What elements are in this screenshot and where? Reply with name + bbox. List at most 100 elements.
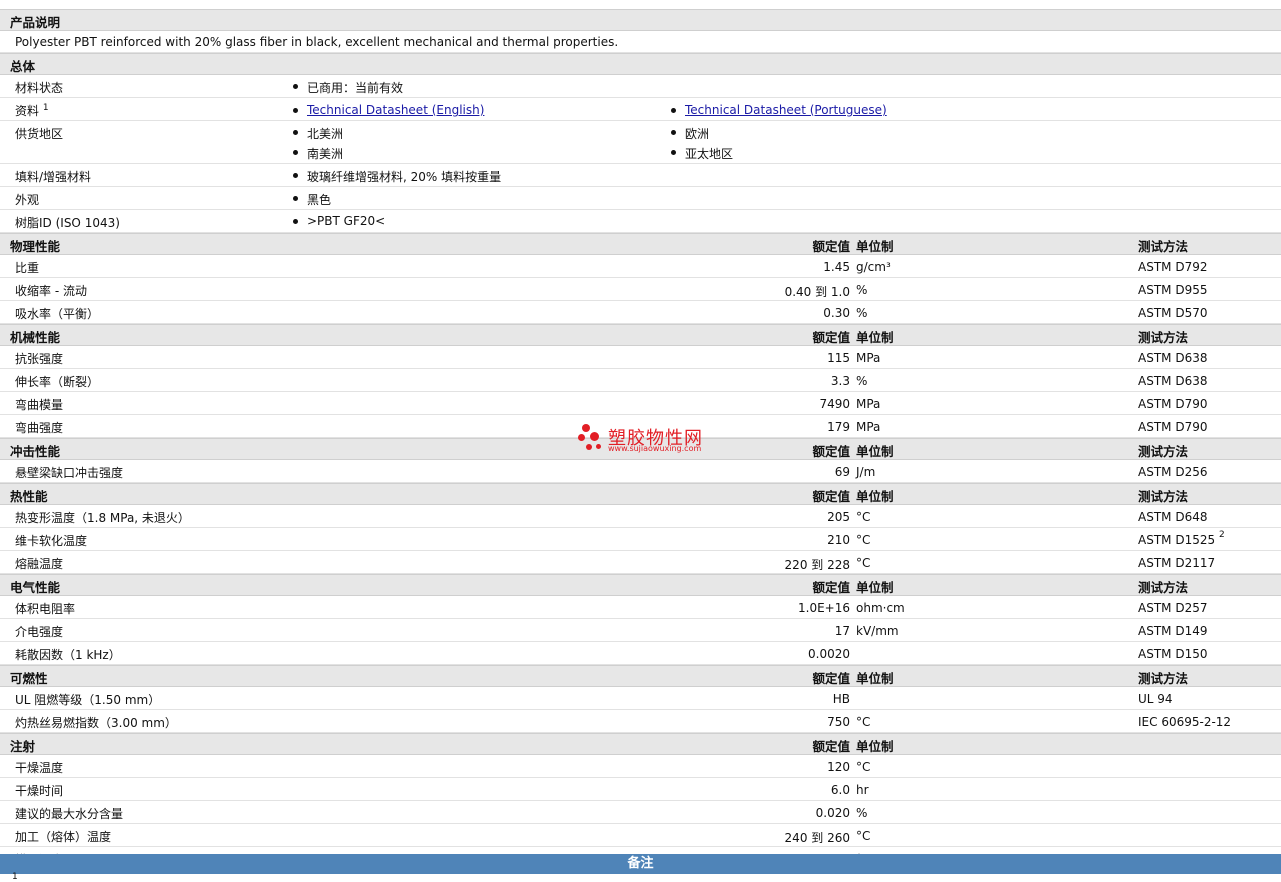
header-unit: 单位制 <box>856 580 894 595</box>
logo-dot-icon <box>596 444 601 449</box>
availability-label: 供货地区 <box>15 127 64 141</box>
property-label: 介电强度 <box>15 625 64 639</box>
appearance-row: 外观 黑色 <box>0 187 1281 210</box>
material-status-label: 材料状态 <box>15 81 64 95</box>
datasheet-english-link[interactable]: Technical Datasheet (English) <box>307 103 484 117</box>
header-test-method: 测试方法 <box>1138 239 1189 254</box>
property-row: 抗张强度 115 MPa ASTM D638 <box>0 346 1281 369</box>
logo-dot-icon <box>582 424 590 432</box>
property-test-method: ASTM D638 <box>1138 351 1208 365</box>
property-unit: % <box>856 306 868 320</box>
section-injection: 注射 额定值 单位制 <box>0 733 1281 755</box>
header-test-method: 测试方法 <box>1138 330 1189 345</box>
property-value: 1.45 <box>823 260 850 274</box>
property-label: 干燥温度 <box>15 761 64 775</box>
logo-dot-icon <box>586 444 592 450</box>
property-unit: hr <box>856 783 869 797</box>
watermark-url: www.sujiaowuxing.com <box>608 444 702 453</box>
section-electrical: 电气性能 额定值 单位制 测试方法 <box>0 574 1281 596</box>
doc-english-item: Technical Datasheet (English) <box>291 103 484 117</box>
resin-id-row: 树脂ID (ISO 1043) >PBT GF20< <box>0 210 1281 233</box>
property-test-method: ASTM D149 <box>1138 624 1208 638</box>
property-row: 维卡软化温度 210 °C ASTM D1525 2 <box>0 528 1281 551</box>
appearance-label: 外观 <box>15 193 40 207</box>
property-value: HB <box>832 692 850 706</box>
section-title: 电气性能 <box>10 580 61 595</box>
property-label: 抗张强度 <box>15 352 64 366</box>
property-label: 比重 <box>15 261 40 275</box>
property-value: 179 <box>827 420 850 434</box>
property-value: 220 到 228 <box>784 558 850 572</box>
region-europe: 欧洲 <box>669 125 709 142</box>
property-row: UL 阻燃等级（1.50 mm） HB UL 94 <box>0 687 1281 710</box>
property-value: 240 到 260 <box>784 831 850 845</box>
property-label: 干燥时间 <box>15 784 64 798</box>
property-unit: MPa <box>856 397 881 411</box>
property-value: 750 <box>827 715 850 729</box>
property-label: 加工（熔体）温度 <box>15 830 112 844</box>
property-row: 介电强度 17 kV/mm ASTM D149 <box>0 619 1281 642</box>
filler-value: 玻璃纤维增强材料, 20% 填料按重量 <box>291 168 501 185</box>
property-test-method: ASTM D150 <box>1138 647 1208 661</box>
property-unit: ohm·cm <box>856 601 905 615</box>
property-row: 耗散因数（1 kHz） 0.0020 ASTM D150 <box>0 642 1281 665</box>
property-test-method: ASTM D570 <box>1138 306 1208 320</box>
property-unit: J/m <box>856 465 876 479</box>
property-value: 6.0 <box>830 783 850 797</box>
property-test-method: ASTM D2117 <box>1138 556 1216 570</box>
property-unit: % <box>856 806 868 820</box>
section-physical: 物理性能 额定值 单位制 测试方法 <box>0 233 1281 255</box>
property-unit: % <box>856 283 868 297</box>
property-row: 加工（熔体）温度 240 到 260 °C <box>0 824 1281 847</box>
property-row: 弯曲模量 7490 MPa ASTM D790 <box>0 392 1281 415</box>
property-row: 体积电阻率 1.0E+16 ohm·cm ASTM D257 <box>0 596 1281 619</box>
header-value: 额定值 <box>812 330 850 345</box>
property-unit: °C <box>856 715 871 729</box>
property-test-method: ASTM D257 <box>1138 601 1208 615</box>
property-label: 伸长率（断裂） <box>15 375 100 389</box>
property-value: 0.020 <box>815 806 850 820</box>
property-row: 热变形温度（1.8 MPa, 未退火） 205 °C ASTM D648 <box>0 505 1281 528</box>
property-test-method: ASTM D790 <box>1138 397 1208 411</box>
property-unit: °C <box>856 533 871 547</box>
doc-portuguese-item: Technical Datasheet (Portuguese) <box>669 103 887 117</box>
watermark-logo: 塑胶物性网 www.sujiaowuxing.com <box>578 422 718 458</box>
property-value: 7490 <box>819 397 850 411</box>
property-unit: °C <box>856 556 871 570</box>
header-value: 额定值 <box>812 580 850 595</box>
property-test-method: ASTM D648 <box>1138 510 1208 524</box>
property-test-method: ASTM D792 <box>1138 260 1208 274</box>
header-value: 额定值 <box>812 739 850 754</box>
product-description: Polyester PBT reinforced with 20% glass … <box>15 35 619 49</box>
section-title: 机械性能 <box>10 330 61 345</box>
section-flammability: 可燃性 额定值 单位制 测试方法 <box>0 665 1281 687</box>
footnote-ref: 2 <box>1218 530 1225 540</box>
property-test-method: ASTM D790 <box>1138 420 1208 434</box>
property-row: 悬壁梁缺口冲击强度 69 J/m ASTM D256 <box>0 460 1281 483</box>
header-test-method: 测试方法 <box>1138 444 1189 459</box>
property-row: 收缩率 - 流动 0.40 到 1.0% ASTM D955 <box>0 278 1281 301</box>
documents-label: 资料 1 <box>15 103 49 118</box>
header-test-method: 测试方法 <box>1138 671 1189 686</box>
property-unit: MPa <box>856 351 881 365</box>
property-value: 3.3 <box>830 374 850 388</box>
header-value: 额定值 <box>812 489 850 504</box>
datasheet-portuguese-link[interactable]: Technical Datasheet (Portuguese) <box>685 103 887 117</box>
property-label: 热变形温度（1.8 MPa, 未退火） <box>15 511 190 525</box>
resin-id-value: >PBT GF20< <box>291 214 385 228</box>
header-value: 额定值 <box>812 671 850 686</box>
section-title: 物理性能 <box>10 239 61 254</box>
property-row: 建议的最大水分含量 0.020% <box>0 801 1281 824</box>
property-test-method: ASTM D1525 2 <box>1138 530 1225 547</box>
property-row: 干燥温度 120 °C <box>0 755 1281 778</box>
header-unit: 单位制 <box>856 239 894 254</box>
header-test-method: 测试方法 <box>1138 580 1189 595</box>
appearance-value: 黑色 <box>291 191 331 208</box>
property-unit: °C <box>856 510 871 524</box>
section-title: 总体 <box>10 59 36 74</box>
section-title: 注射 <box>10 739 36 754</box>
material-status-row: 材料状态 已商用：当前有效 <box>0 75 1281 98</box>
property-label: 弯曲模量 <box>15 398 64 412</box>
logo-dot-icon <box>578 434 585 441</box>
property-label: 耗散因数（1 kHz） <box>15 648 121 662</box>
